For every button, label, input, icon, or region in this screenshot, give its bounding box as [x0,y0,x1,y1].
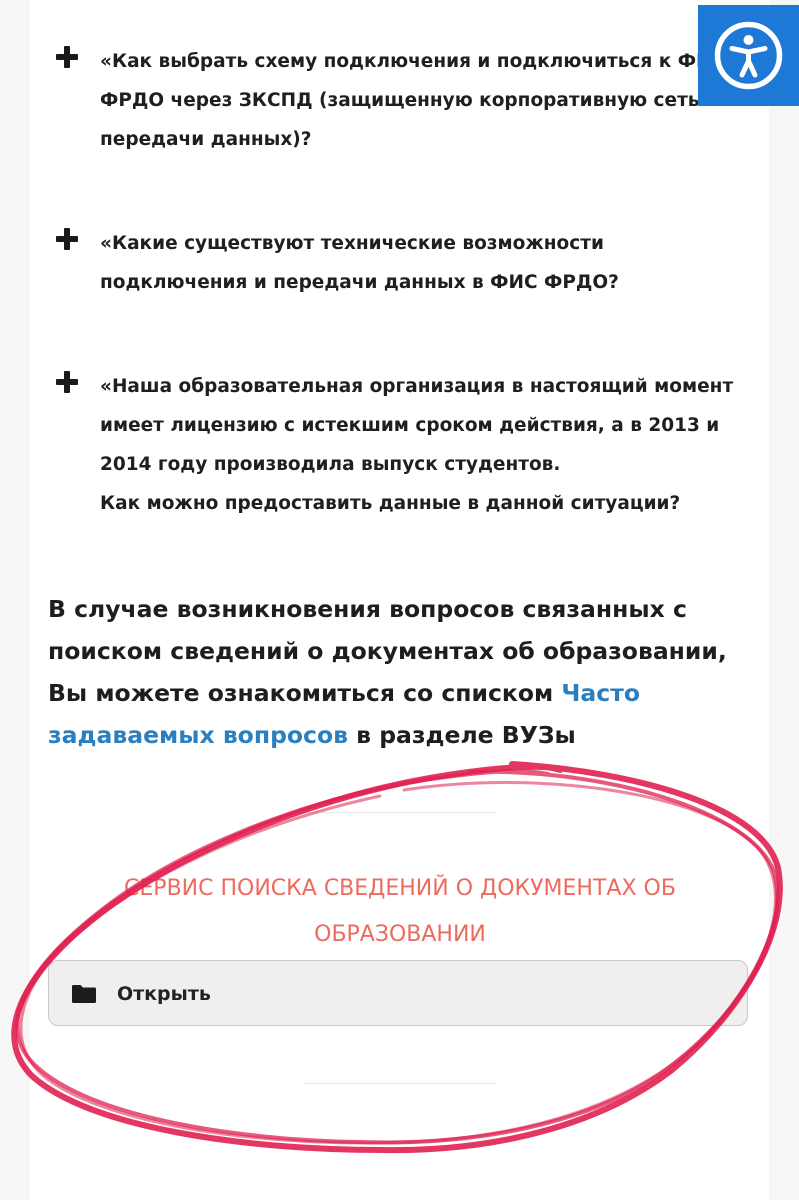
faq-item[interactable]: «Как выбрать схему подключения и подключ… [56,42,756,162]
open-button[interactable]: Открыть [48,960,748,1026]
faq-notice: В случае возникновения вопросов связанны… [48,588,758,756]
service-title: Сервис поиска сведений о документах об о… [124,876,676,947]
folder-icon [72,985,96,1003]
plus-icon[interactable] [56,46,78,68]
plus-icon[interactable] [56,228,78,250]
accessibility-button[interactable] [698,5,799,106]
faq-question[interactable]: «Наша образовательная организация в наст… [100,367,760,523]
faq-question[interactable]: «Как выбрать схему подключения и подключ… [100,42,760,159]
divider [304,1083,496,1084]
faq-item[interactable]: «Какие существуют технические возможност… [56,224,756,304]
plus-icon[interactable] [56,371,78,393]
faq-item[interactable]: «Наша образовательная организация в наст… [56,367,756,527]
divider [304,812,496,813]
faq-question[interactable]: «Какие существуют технические возможност… [100,224,760,302]
notice-text-end: в разделе ВУЗы [347,721,576,749]
open-button-label: Открыть [117,983,211,1005]
accessibility-icon [714,21,783,90]
